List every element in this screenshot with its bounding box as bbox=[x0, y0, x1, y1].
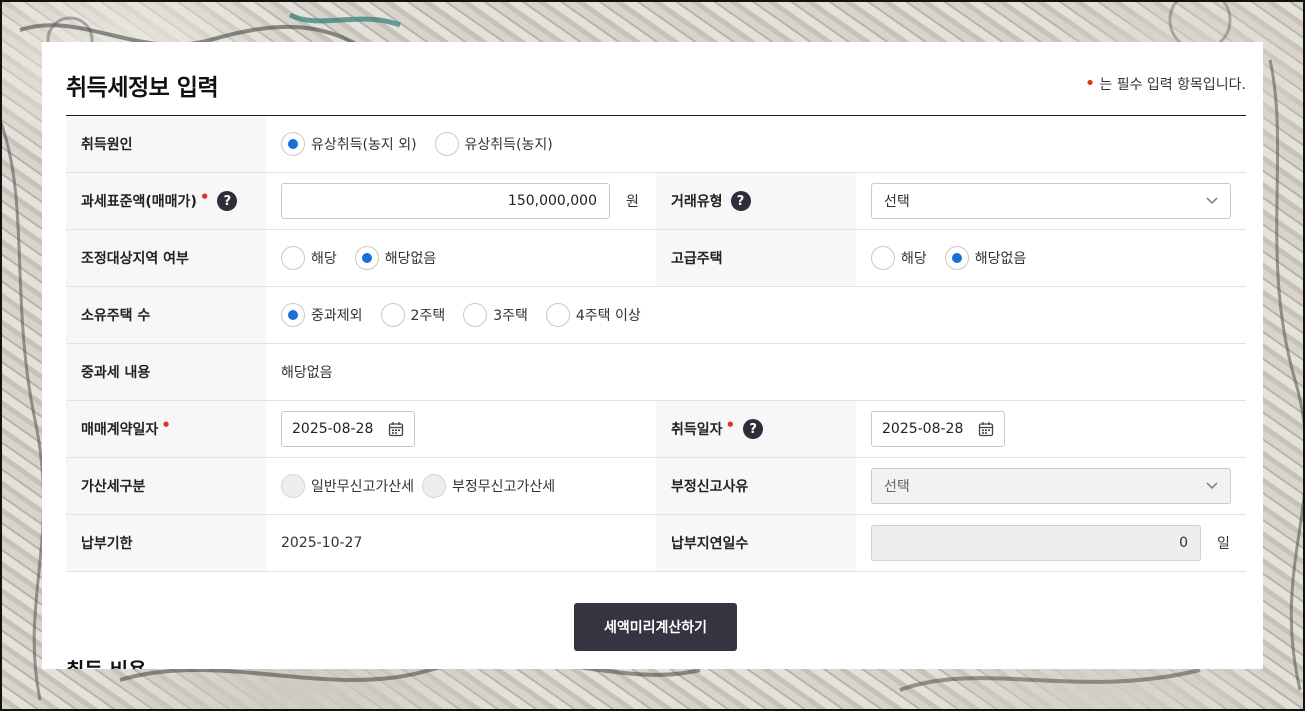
required-dot-icon: • bbox=[161, 416, 171, 434]
form-row-penalty: 가산세구분 일반무신고가산세 부정무신고가산세 부정신고사유 선택 bbox=[66, 458, 1246, 515]
radio-unchecked-icon[interactable] bbox=[380, 303, 405, 327]
form-row-dates: 매매계약일자 • 2025-08-28 취득일자 • ? 2025-08-28 bbox=[66, 401, 1246, 458]
radio-checked-icon[interactable] bbox=[354, 246, 379, 270]
acquisition-tax-panel: 취득세정보 입력 • 는 필수 입력 항목입니다. 취득원인 유상취득(농지 외… bbox=[42, 42, 1263, 669]
tax-base-label: 과세표준액(매매가) • ? bbox=[66, 173, 266, 229]
tax-base-input[interactable] bbox=[281, 183, 610, 219]
radio-checked-icon[interactable] bbox=[281, 132, 305, 156]
radio-regulated-no[interactable]: 해당없음 bbox=[354, 246, 436, 270]
due-date-value: 2025-10-27 bbox=[281, 535, 363, 551]
fraud-reason-label: 부정신고사유 bbox=[656, 458, 856, 514]
required-dot-icon: • bbox=[199, 188, 210, 206]
form-row-acquisition-cause: 취득원인 유상취득(농지 외) 유상취득(농지) bbox=[66, 116, 1246, 173]
transaction-type-label: 거래유형 ? bbox=[656, 173, 856, 229]
radio-unchecked-icon[interactable] bbox=[463, 303, 488, 327]
required-note-text: 는 필수 입력 항목입니다. bbox=[1099, 77, 1246, 93]
page-title: 취득세정보 입력 bbox=[66, 75, 219, 101]
radio-unchecked-icon[interactable] bbox=[871, 246, 895, 270]
radio-paid-farmland[interactable]: 유상취득(농지) bbox=[434, 132, 553, 156]
form-row-regulated-area: 조정대상지역 여부 해당 해당없음 고급주택 해당 해당없음 bbox=[66, 230, 1246, 287]
chevron-down-icon bbox=[1206, 482, 1218, 490]
radio-checked-icon[interactable] bbox=[944, 246, 969, 270]
radio-fraud-penalty[interactable]: 부정무신고가산세 bbox=[422, 474, 555, 498]
heavy-tax-value: 해당없음 bbox=[281, 365, 333, 381]
tax-info-form: 취득원인 유상취득(농지 외) 유상취득(농지) 과세표준액(매매가) • ? … bbox=[66, 116, 1246, 572]
contract-date-input[interactable]: 2025-08-28 bbox=[281, 411, 415, 447]
radio-paid-non-farmland[interactable]: 유상취득(농지 외) bbox=[281, 132, 417, 156]
radio-houses-2[interactable]: 2주택 bbox=[380, 303, 445, 327]
help-icon[interactable]: ? bbox=[730, 191, 751, 211]
panel-header: 취득세정보 입력 • 는 필수 입력 항목입니다. bbox=[66, 66, 1246, 116]
acquisition-cause-label: 취득원인 bbox=[66, 116, 266, 172]
radio-disabled-icon[interactable] bbox=[422, 474, 447, 498]
fraud-reason-select[interactable]: 선택 bbox=[871, 468, 1231, 504]
calculate-tax-button[interactable]: 세액미리계산하기 bbox=[574, 603, 737, 651]
heavy-tax-label: 중과세 내용 bbox=[66, 344, 266, 400]
calendar-icon[interactable] bbox=[388, 421, 404, 437]
calendar-icon[interactable] bbox=[978, 421, 994, 437]
radio-unchecked-icon[interactable] bbox=[434, 132, 459, 156]
radio-unchecked-icon[interactable] bbox=[545, 303, 570, 327]
acquisition-date-input[interactable]: 2025-08-28 bbox=[871, 411, 1005, 447]
tax-base-unit: 원 bbox=[626, 194, 639, 210]
regulated-area-label: 조정대상지역 여부 bbox=[66, 230, 266, 286]
form-row-houses-owned: 소유주택 수 중과제외 2주택 3주택 4주택 이상 bbox=[66, 287, 1246, 344]
radio-general-penalty[interactable]: 일반무신고가산세 bbox=[281, 474, 414, 498]
radio-unchecked-icon[interactable] bbox=[281, 246, 305, 270]
penalty-type-label: 가산세구분 bbox=[66, 458, 266, 514]
delay-days-unit: 일 bbox=[1217, 536, 1230, 552]
delay-days-label: 납부지연일수 bbox=[656, 515, 856, 571]
radio-luxury-no[interactable]: 해당없음 bbox=[944, 246, 1026, 270]
acquisition-cause-radios: 유상취득(농지 외) 유상취득(농지) bbox=[281, 132, 571, 156]
help-icon[interactable]: ? bbox=[217, 191, 238, 211]
next-section-title: 취득 비용 bbox=[66, 654, 147, 669]
radio-regulated-yes[interactable]: 해당 bbox=[281, 246, 337, 270]
contract-date-label: 매매계약일자 • bbox=[66, 401, 266, 457]
delay-days-input: 0 bbox=[871, 525, 1201, 561]
transaction-type-select[interactable]: 선택 bbox=[871, 183, 1231, 219]
radio-houses-3[interactable]: 3주택 bbox=[463, 303, 528, 327]
help-icon[interactable]: ? bbox=[743, 419, 764, 439]
acquisition-date-label: 취득일자 • ? bbox=[656, 401, 856, 457]
form-row-due: 납부기한 2025-10-27 납부지연일수 0 일 bbox=[66, 515, 1246, 572]
form-row-tax-base: 과세표준액(매매가) • ? 원 거래유형 ? 선택 bbox=[66, 173, 1246, 230]
radio-houses-4plus[interactable]: 4주택 이상 bbox=[545, 303, 641, 327]
radio-luxury-yes[interactable]: 해당 bbox=[871, 246, 927, 270]
radio-checked-icon[interactable] bbox=[281, 303, 305, 327]
radio-houses-excluded[interactable]: 중과제외 bbox=[281, 303, 363, 327]
radio-disabled-icon[interactable] bbox=[281, 474, 305, 498]
luxury-house-label: 고급주택 bbox=[656, 230, 856, 286]
chevron-down-icon bbox=[1206, 197, 1218, 205]
due-date-label: 납부기한 bbox=[66, 515, 266, 571]
form-row-heavy-tax: 중과세 내용 해당없음 bbox=[66, 344, 1246, 401]
required-dot-icon: • bbox=[1084, 73, 1096, 94]
required-dot-icon: • bbox=[725, 416, 736, 434]
houses-owned-label: 소유주택 수 bbox=[66, 287, 266, 343]
required-note: • 는 필수 입력 항목입니다. bbox=[1085, 74, 1246, 94]
